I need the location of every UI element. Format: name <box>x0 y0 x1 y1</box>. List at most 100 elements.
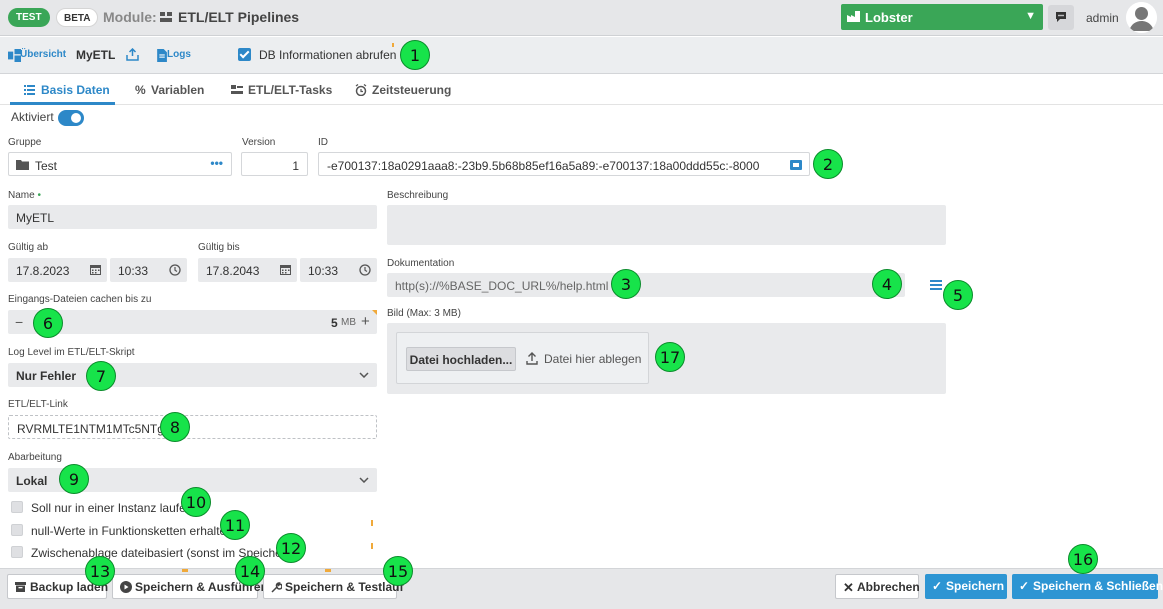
valid-to-time-field[interactable]: 10:33 <box>300 258 377 282</box>
single-instance-checkbox[interactable] <box>11 501 23 513</box>
version-label: Version <box>242 137 276 148</box>
db-info-label[interactable]: DB Informationen abrufen <box>259 48 396 62</box>
tab-etl-tasks[interactable]: ETL/ELT-Tasks <box>248 83 332 97</box>
annotation-marker: 16 <box>1068 544 1098 574</box>
module-label: Module: <box>103 9 157 25</box>
annotation-marker: 15 <box>383 556 413 586</box>
name-label-text: Name <box>8 190 35 201</box>
list-icon <box>24 85 35 95</box>
wrench-icon <box>271 582 282 593</box>
name-value: MyETL <box>16 211 55 225</box>
valid-from-label: Gültig ab <box>8 242 49 253</box>
documentation-field[interactable]: http(s)://%BASE_DOC_URL%/help.html <box>387 273 905 297</box>
pipeline-icon <box>160 12 172 22</box>
chevron-down-icon <box>359 372 369 378</box>
valid-from-date-value: 17.8.2023 <box>16 264 70 278</box>
processing-label: Abarbeitung <box>8 452 62 463</box>
logs-link[interactable]: Logs <box>167 49 191 60</box>
warning-marker <box>325 569 331 572</box>
user-name[interactable]: admin <box>1086 11 1119 25</box>
decrement-button[interactable]: − <box>15 314 23 330</box>
calendar-icon[interactable] <box>90 264 101 275</box>
annotation-marker: 10 <box>181 487 211 517</box>
save-button[interactable]: ✓ Speichern <box>925 574 1007 599</box>
upload-icon <box>526 352 538 365</box>
variables-icon: % <box>135 83 146 97</box>
tenant-select-value: Lobster <box>865 10 913 25</box>
cache-unit: MB <box>341 317 356 328</box>
null-values-label[interactable]: null-Werte in Funktionsketten erhalten <box>31 524 233 538</box>
single-instance-label[interactable]: Soll nur in einer Instanz laufen <box>31 501 192 515</box>
increment-button[interactable]: + <box>361 313 370 330</box>
copy-id-icon[interactable] <box>790 159 802 170</box>
cancel-label: Abbrechen <box>857 580 920 594</box>
annotation-marker: 1 <box>400 40 430 70</box>
annotation-marker: 13 <box>85 556 115 586</box>
folder-icon <box>16 160 29 170</box>
clock-icon[interactable] <box>359 264 371 276</box>
tenant-select[interactable]: Lobster ▼ <box>841 4 1043 30</box>
menu-icon[interactable] <box>930 280 942 290</box>
group-value: Test <box>35 159 58 173</box>
cancel-button[interactable]: ✕ Abbrechen <box>835 574 920 599</box>
save-close-button[interactable]: ✓ Speichern & Schließen <box>1012 574 1163 599</box>
cache-value: 5 <box>331 316 338 330</box>
tab-bar: Basis Daten % Variablen ETL/ELT-Tasks Ze… <box>0 75 1163 105</box>
link-field[interactable]: RVRMLTE1NTM1MTc5NTg <box>8 415 377 439</box>
documentation-value: http(s)://%BASE_DOC_URL%/help.html <box>395 279 609 293</box>
avatar[interactable] <box>1126 2 1157 33</box>
valid-to-date-field[interactable]: 17.8.2043 <box>198 258 297 282</box>
active-tab-indicator <box>10 102 115 105</box>
overview-link[interactable]: Übersicht <box>20 49 66 60</box>
name-field[interactable]: MyETL <box>8 205 377 229</box>
annotation-marker: 2 <box>813 149 843 179</box>
annotation-marker: 17 <box>655 342 685 372</box>
archive-icon <box>15 582 26 592</box>
loglevel-label: Log Level im ETL/ELT-Skript <box>8 347 135 358</box>
id-field: -e700137:18a0291aaa8:-23b9.5b68b85ef16a5… <box>318 152 810 176</box>
warning-marker <box>392 43 394 47</box>
cache-stepper[interactable]: − 5 MB + <box>8 310 377 334</box>
chat-icon <box>1056 12 1066 22</box>
upload-panel: Datei hochladen... Datei hier ablegen <box>396 332 649 384</box>
clock-icon[interactable] <box>169 264 181 276</box>
annotation-marker: 12 <box>276 533 306 563</box>
warning-marker <box>182 569 188 572</box>
chat-button[interactable] <box>1048 5 1074 30</box>
module-name: ETL/ELT Pipelines <box>178 9 300 25</box>
null-values-checkbox[interactable] <box>11 524 23 536</box>
more-icon[interactable]: ••• <box>210 156 223 170</box>
export-icon[interactable] <box>126 48 139 61</box>
annotation-marker: 14 <box>235 556 265 586</box>
upload-button[interactable]: Datei hochladen... <box>406 347 516 371</box>
group-field[interactable]: Test ••• <box>8 152 232 176</box>
annotation-marker: 5 <box>943 280 973 310</box>
environment-badge-test: TEST <box>8 8 50 27</box>
loglevel-select[interactable]: Nur Fehler <box>8 363 377 387</box>
annotation-marker: 8 <box>160 412 190 442</box>
alarm-clock-icon <box>355 84 367 96</box>
calendar-icon[interactable] <box>280 264 291 275</box>
tab-basis-daten[interactable]: Basis Daten <box>41 83 110 97</box>
app-header: TEST BETA Module: ETL/ELT Pipelines Lobs… <box>0 0 1163 36</box>
name-label: Name • <box>8 190 41 201</box>
version-field: 1 <box>241 152 308 176</box>
save-test-button[interactable]: Speichern & Testlauf <box>263 574 403 599</box>
processing-value: Lokal <box>16 474 48 488</box>
tab-zeitsteuerung[interactable]: Zeitsteuerung <box>372 83 451 97</box>
valid-from-time-field[interactable]: 10:33 <box>110 258 187 282</box>
tab-variablen[interactable]: Variablen <box>151 83 204 97</box>
clipboard-checkbox[interactable] <box>11 546 23 558</box>
check-icon: ✓ <box>932 579 943 593</box>
valid-from-date-field[interactable]: 17.8.2023 <box>8 258 107 282</box>
valid-to-time-value: 10:33 <box>308 264 339 278</box>
loglevel-value: Nur Fehler <box>16 369 77 383</box>
valid-from-time-value: 10:33 <box>118 264 149 278</box>
active-label: Aktiviert <box>11 110 54 124</box>
user-avatar-icon <box>1126 2 1157 33</box>
description-field[interactable] <box>387 205 946 245</box>
play-circle-icon <box>120 581 132 593</box>
warning-marker <box>371 520 373 526</box>
db-info-checkbox[interactable] <box>238 48 251 61</box>
active-toggle[interactable] <box>58 110 84 126</box>
